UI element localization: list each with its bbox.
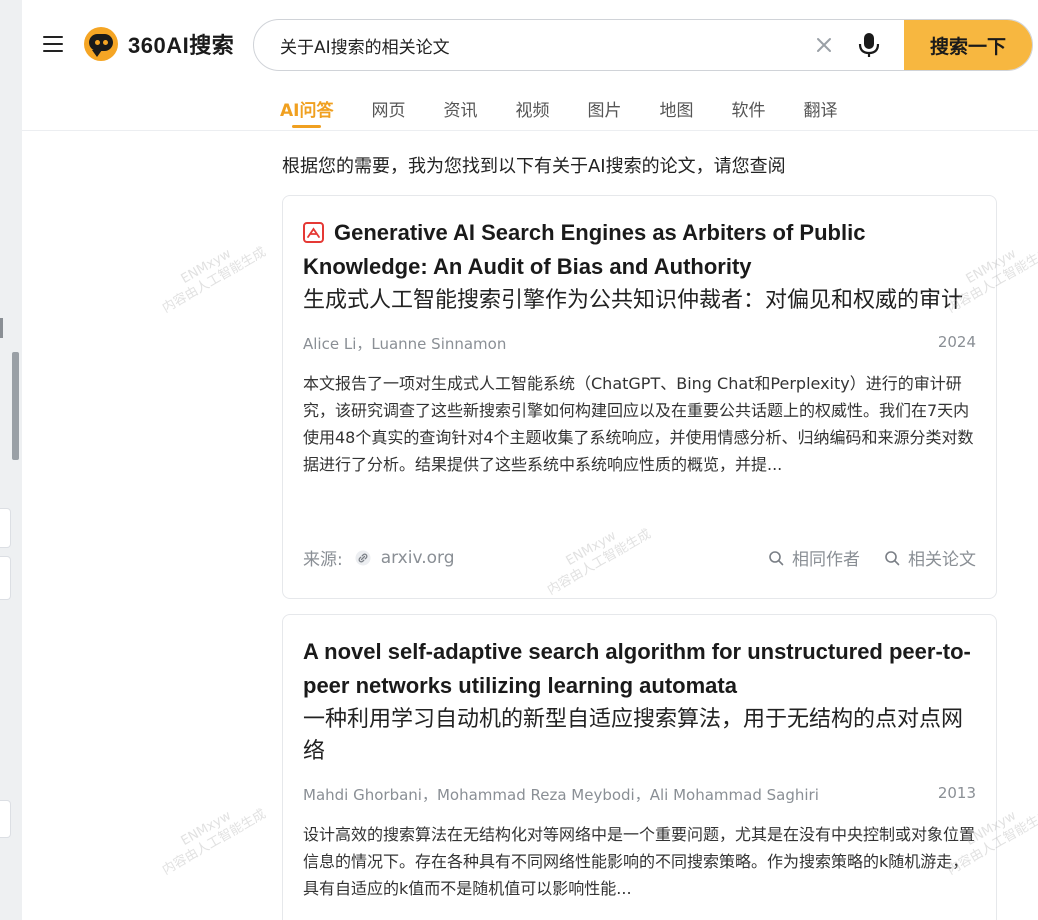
- tab-video[interactable]: 视频: [515, 96, 549, 130]
- paper-authors[interactable]: Alice Li，Luanne Sinnamon: [303, 333, 506, 354]
- search-button[interactable]: 搜索一下: [904, 20, 1032, 70]
- tab-web[interactable]: 网页: [371, 96, 405, 130]
- tab-translate[interactable]: 翻译: [803, 96, 837, 130]
- scrollbar-thumb[interactable]: [12, 352, 19, 460]
- search-tabs: AI问答 网页 资讯 视频 图片 地图 软件 翻译: [280, 96, 875, 130]
- top-header: 360AI搜索 搜索一下 AI问答 网页 资讯 视频 图片 地图 软件 翻译: [22, 0, 1038, 131]
- tab-news[interactable]: 资讯: [443, 96, 477, 130]
- paper-year: 2013: [937, 784, 976, 802]
- tab-ai-qa[interactable]: AI问答: [280, 96, 333, 130]
- microphone-icon[interactable]: [858, 32, 880, 58]
- source-link[interactable]: arxiv.org: [381, 548, 455, 568]
- paper-title-en-text: Generative AI Search Engines as Arbiters…: [303, 220, 866, 279]
- paper-title-zh[interactable]: 一种利用学习自动机的新型自适应搜索算法，用于无结构的点对点网络: [303, 704, 976, 768]
- logo[interactable]: 360AI搜索: [84, 26, 234, 62]
- search-box: 搜索一下: [253, 19, 1033, 71]
- paper-meta: Mahdi Ghorbani，Mohammad Reza Meybodi，Ali…: [303, 784, 976, 805]
- ai-generated-watermark: ENMxyw 内容由人工智能生成: [159, 806, 269, 879]
- tab-maps[interactable]: 地图: [659, 96, 693, 130]
- paper-abstract: 设计高效的搜索算法在无结构化对等网络中是一个重要问题，尤其是在没有中央控制或对象…: [303, 825, 976, 898]
- paper-year: 2024: [937, 333, 976, 351]
- left-panel-tab[interactable]: [0, 800, 11, 838]
- paper-card: A novel self-adaptive search algorithm f…: [282, 614, 997, 920]
- search-icon: [769, 550, 784, 565]
- paper-footer: 来源: arxiv.org 相同作者 相关论文: [303, 545, 976, 571]
- pdf-icon: [303, 222, 324, 243]
- clear-icon[interactable]: [814, 35, 834, 55]
- tab-software[interactable]: 软件: [731, 96, 765, 130]
- paper-title-en[interactable]: Generative AI Search Engines as Arbiters…: [303, 216, 976, 284]
- source-label: 来源:: [303, 550, 343, 570]
- left-panel-tab[interactable]: [0, 508, 11, 548]
- search-input[interactable]: [280, 20, 780, 70]
- main-page: 360AI搜索 搜索一下 AI问答 网页 资讯 视频 图片 地图 软件 翻译 根…: [22, 0, 1038, 920]
- related-papers-button[interactable]: 相关论文: [884, 545, 976, 570]
- paper-authors[interactable]: Mahdi Ghorbani，Mohammad Reza Meybodi，Ali…: [303, 784, 819, 805]
- paper-title-en[interactable]: A novel self-adaptive search algorithm f…: [303, 635, 976, 703]
- left-panel-strip: [0, 0, 22, 920]
- ai-generated-watermark: ENMxyw 内容由人工智能生成: [159, 244, 269, 317]
- link-icon: [355, 550, 371, 565]
- left-panel-tab[interactable]: [0, 556, 11, 600]
- hamburger-menu-icon[interactable]: [43, 36, 63, 52]
- search-icon: [885, 550, 900, 565]
- same-author-button[interactable]: 相同作者: [768, 545, 860, 570]
- paper-card: Generative AI Search Engines as Arbiters…: [282, 195, 997, 599]
- related-papers-label: 相关论文: [908, 550, 976, 570]
- tab-images[interactable]: 图片: [587, 96, 621, 130]
- same-author-label: 相同作者: [792, 550, 860, 570]
- paper-abstract: 本文报告了一项对生成式人工智能系统（ChatGPT、Bing Chat和Perp…: [303, 374, 974, 474]
- paper-meta: Alice Li，Luanne Sinnamon 2024: [303, 333, 976, 354]
- left-panel-marker: [0, 318, 3, 338]
- paper-title-zh[interactable]: 生成式人工智能搜索引擎作为公共知识仲裁者：对偏见和权威的审计: [303, 285, 976, 317]
- answer-intro: 根据您的需要，我为您找到以下有关于AI搜索的论文，请您查阅: [282, 156, 786, 177]
- logo-mascot-icon: [84, 27, 118, 61]
- logo-text: 360AI搜索: [128, 33, 235, 58]
